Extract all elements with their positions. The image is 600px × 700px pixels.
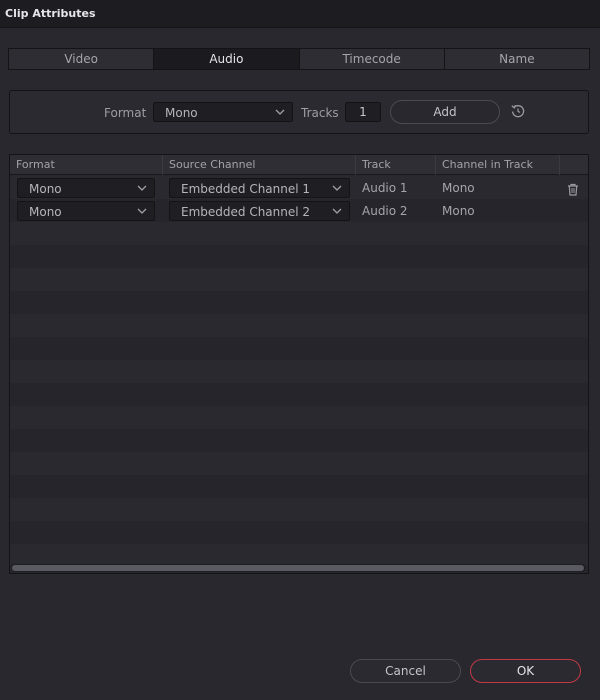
row-format-value: Mono [29,182,62,196]
row-channel-in-track: Mono [442,181,475,195]
chevron-down-icon [332,182,342,196]
tracks-input[interactable]: 1 [345,102,381,122]
cancel-button[interactable]: Cancel [350,659,461,683]
row-source-channel-value: Embedded Channel 2 [181,205,311,219]
horizontal-scrollbar[interactable] [11,564,586,572]
row-source-channel-select[interactable]: Embedded Channel 1 [169,178,350,198]
tab-bar: Video Audio Timecode Name [8,48,590,70]
column-header-format[interactable]: Format [10,155,163,175]
tab-audio[interactable]: Audio [154,49,300,69]
table-header: Format Source Channel Track Channel in T… [10,155,588,175]
row-channel-in-track: Mono [442,204,475,218]
tab-timecode[interactable]: Timecode [300,49,445,69]
chevron-down-icon [275,106,285,120]
format-label: Format [104,106,147,120]
row-source-channel-value: Embedded Channel 1 [181,182,311,196]
table-row: Mono Embedded Channel 1 Audio 1 Mono [10,177,588,199]
format-panel: Format Mono Tracks 1 Add [9,90,589,134]
format-select[interactable]: Mono [153,102,293,122]
row-format-value: Mono [29,205,62,219]
row-format-select[interactable]: Mono [17,178,155,198]
chevron-down-icon [137,182,147,196]
row-source-channel-select[interactable]: Embedded Channel 2 [169,201,350,221]
row-format-select[interactable]: Mono [17,201,155,221]
tab-name[interactable]: Name [445,49,589,69]
row-track: Audio 2 [362,204,408,218]
trash-icon[interactable] [567,181,579,200]
tracks-label: Tracks [301,106,339,120]
scrollbar-thumb[interactable] [12,565,584,571]
ok-button[interactable]: OK [470,659,581,683]
row-track: Audio 1 [362,181,408,195]
chevron-down-icon [137,205,147,219]
format-select-value: Mono [165,106,198,120]
channel-table: Format Source Channel Track Channel in T… [9,154,589,574]
column-header-track[interactable]: Track [356,155,436,175]
table-row: Mono Embedded Channel 2 Audio 2 Mono [10,200,588,222]
window-title: Clip Attributes [5,7,96,20]
column-header-channel-in-track[interactable]: Channel in Track [436,155,560,175]
add-button[interactable]: Add [390,100,500,124]
table-body [10,176,588,565]
title-bar: Clip Attributes [0,0,600,28]
tab-video[interactable]: Video [9,49,155,69]
chevron-down-icon [332,205,342,219]
column-header-source-channel[interactable]: Source Channel [163,155,356,175]
reset-icon[interactable] [510,103,526,123]
